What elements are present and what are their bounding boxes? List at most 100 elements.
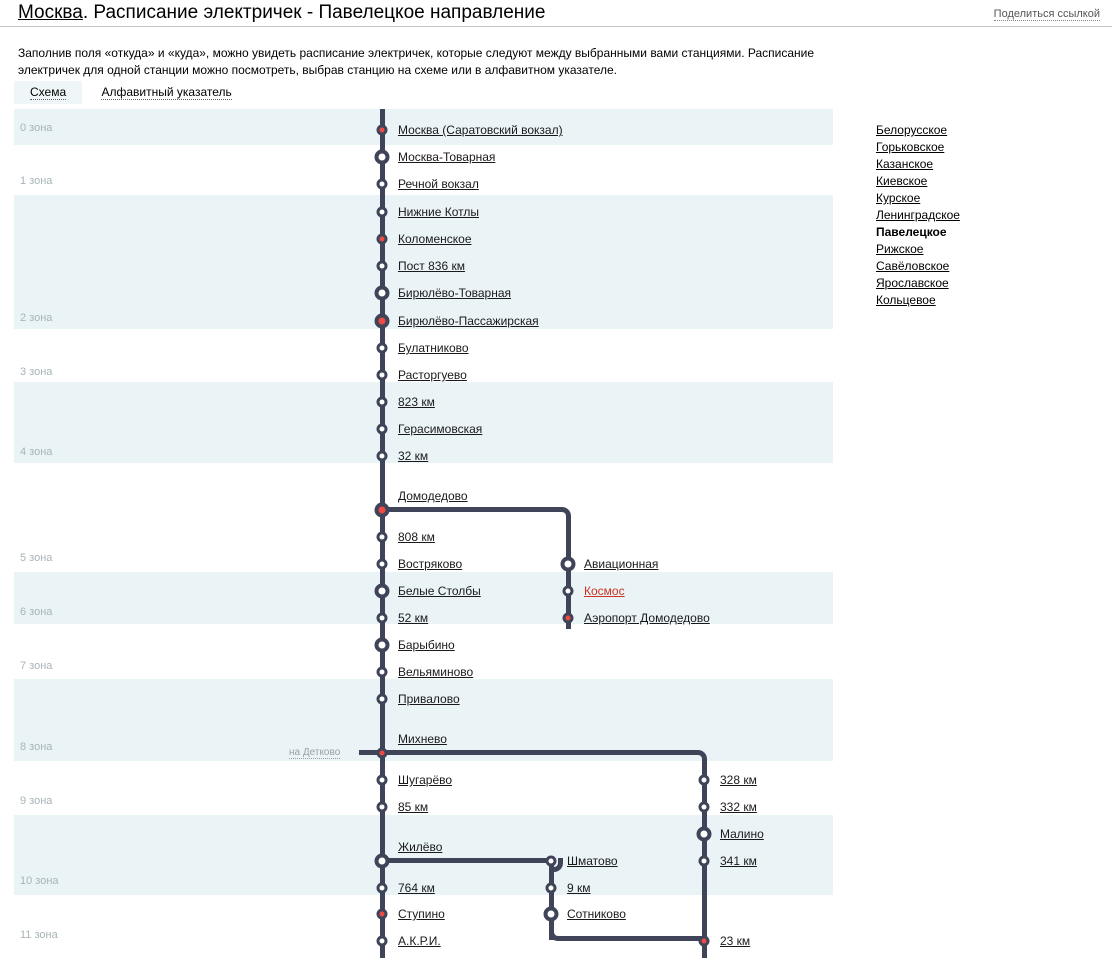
station-label[interactable]: Авиационная (584, 557, 658, 571)
station-marker[interactable] (376, 342, 388, 354)
station-marker[interactable] (376, 531, 388, 543)
station-marker[interactable] (698, 855, 710, 867)
station-marker[interactable] (545, 855, 557, 867)
station-marker[interactable] (376, 935, 388, 947)
station-marker[interactable] (374, 285, 390, 301)
station-label[interactable]: Расторгуево (398, 368, 467, 382)
station-marker[interactable] (560, 556, 576, 572)
station-marker[interactable] (376, 612, 388, 624)
station-label[interactable]: Бирюлёво-Пассажирская (398, 314, 539, 328)
station-label[interactable]: Сотниково (567, 907, 626, 921)
direction-item-gorkovskoe[interactable]: Горьковское (876, 139, 960, 156)
station-marker[interactable] (374, 583, 390, 599)
station-label[interactable]: Москва (Саратовский вокзал) (398, 123, 563, 137)
station-label[interactable]: Михнево (398, 732, 447, 746)
station-label[interactable]: Малино (720, 827, 764, 841)
station-marker[interactable] (376, 693, 388, 705)
direction-item-leningradskoe[interactable]: Ленинградское (876, 207, 960, 224)
station-marker[interactable] (376, 423, 388, 435)
rail-shmatovo-join-horizontal (558, 936, 704, 941)
station-label[interactable]: 328 км (720, 773, 757, 787)
direction-item-yaroslavskoe[interactable]: Ярославское (876, 275, 960, 292)
station-label[interactable]: 32 км (398, 449, 428, 463)
station-label[interactable]: 341 км (720, 854, 757, 868)
station-marker[interactable] (696, 826, 712, 842)
station-marker[interactable] (376, 206, 388, 218)
station-label[interactable]: Пост 836 км (398, 259, 465, 273)
detkovo-branch-link[interactable]: на Детково (289, 747, 341, 759)
station-label[interactable]: Коломенское (398, 232, 472, 246)
station-label[interactable]: А.К.Р.И. (398, 934, 441, 948)
station-marker[interactable] (698, 801, 710, 813)
station-label[interactable]: 52 км (398, 611, 428, 625)
station-label[interactable]: Шугарёво (398, 773, 452, 787)
share-link-button[interactable]: Поделиться ссылкой (993, 8, 1100, 21)
station-marker[interactable] (376, 396, 388, 408)
station-label[interactable]: Белые Столбы (398, 584, 481, 598)
station-marker[interactable] (374, 853, 390, 869)
tab-alphabetic-index-label: Алфавитный указатель (101, 85, 232, 100)
station-label[interactable]: Востряково (398, 557, 462, 571)
tab-alphabetic-index[interactable]: Алфавитный указатель (85, 81, 247, 104)
station-marker[interactable] (376, 260, 388, 272)
direction-item-koltsevoe[interactable]: Кольцевое (876, 292, 960, 309)
station-marker[interactable] (374, 313, 390, 329)
station-label[interactable]: Шматово (567, 854, 618, 868)
station-marker[interactable] (376, 908, 388, 920)
direction-item-savelovskoe[interactable]: Савёловское (876, 258, 960, 275)
station-label[interactable]: Вельяминово (398, 665, 473, 679)
station-marker[interactable] (698, 774, 710, 786)
station-label[interactable]: Привалово (398, 692, 460, 706)
station-marker[interactable] (376, 774, 388, 786)
station-label[interactable]: Москва-Товарная (398, 150, 495, 164)
station-label[interactable]: 23 км (720, 934, 750, 948)
zone-label-10: 10 зона (20, 875, 59, 887)
station-marker[interactable] (543, 906, 559, 922)
zone-label-4: 4 зона (20, 446, 53, 458)
station-label[interactable]: Домодедово (398, 489, 468, 503)
station-marker[interactable] (376, 450, 388, 462)
station-label[interactable]: Аэропорт Домодедово (584, 611, 710, 625)
station-marker[interactable] (374, 149, 390, 165)
station-label[interactable]: Ступино (398, 907, 445, 921)
zone-label-11: 11 зона (20, 929, 58, 941)
station-label[interactable]: Бирюлёво-Товарная (398, 286, 511, 300)
direction-item-kurskoe[interactable]: Курское (876, 190, 960, 207)
station-marker[interactable] (545, 882, 557, 894)
station-label[interactable]: 85 км (398, 800, 428, 814)
station-marker[interactable] (562, 612, 574, 624)
station-marker[interactable] (376, 747, 388, 759)
station-marker[interactable] (374, 637, 390, 653)
station-label[interactable]: Космос (584, 584, 625, 598)
direction-item-rizhskoe[interactable]: Рижское (876, 241, 960, 258)
station-label[interactable]: 823 км (398, 395, 435, 409)
station-label[interactable]: 764 км (398, 881, 435, 895)
station-label[interactable]: Герасимовская (398, 422, 482, 436)
station-marker[interactable] (376, 801, 388, 813)
station-marker[interactable] (376, 882, 388, 894)
station-marker[interactable] (376, 178, 388, 190)
direction-item-belorusskoe[interactable]: Белорусское (876, 122, 960, 139)
station-label[interactable]: Речной вокзал (398, 177, 479, 191)
station-marker[interactable] (376, 369, 388, 381)
station-label[interactable]: 808 км (398, 530, 435, 544)
station-marker[interactable] (562, 585, 574, 597)
station-marker[interactable] (698, 935, 710, 947)
station-label[interactable]: Жилёво (398, 840, 442, 854)
station-marker[interactable] (376, 233, 388, 245)
station-label[interactable]: Нижние Котлы (398, 205, 479, 219)
tab-scheme-label: Схема (30, 85, 67, 100)
station-label[interactable]: 332 км (720, 800, 757, 814)
page-title-city[interactable]: Москва (18, 2, 83, 23)
direction-item-kazanskoe[interactable]: Казанское (876, 156, 960, 173)
direction-item-kievskoe[interactable]: Киевское (876, 173, 960, 190)
station-marker[interactable] (376, 124, 388, 136)
zone-label-0: 0 зона (20, 122, 53, 134)
station-marker[interactable] (374, 502, 390, 518)
station-marker[interactable] (376, 558, 388, 570)
station-label[interactable]: 9 км (567, 881, 591, 895)
station-marker[interactable] (376, 666, 388, 678)
station-label[interactable]: Булатниково (398, 341, 469, 355)
station-label[interactable]: Барыбино (398, 638, 455, 652)
tab-scheme[interactable]: Схема (14, 81, 83, 104)
